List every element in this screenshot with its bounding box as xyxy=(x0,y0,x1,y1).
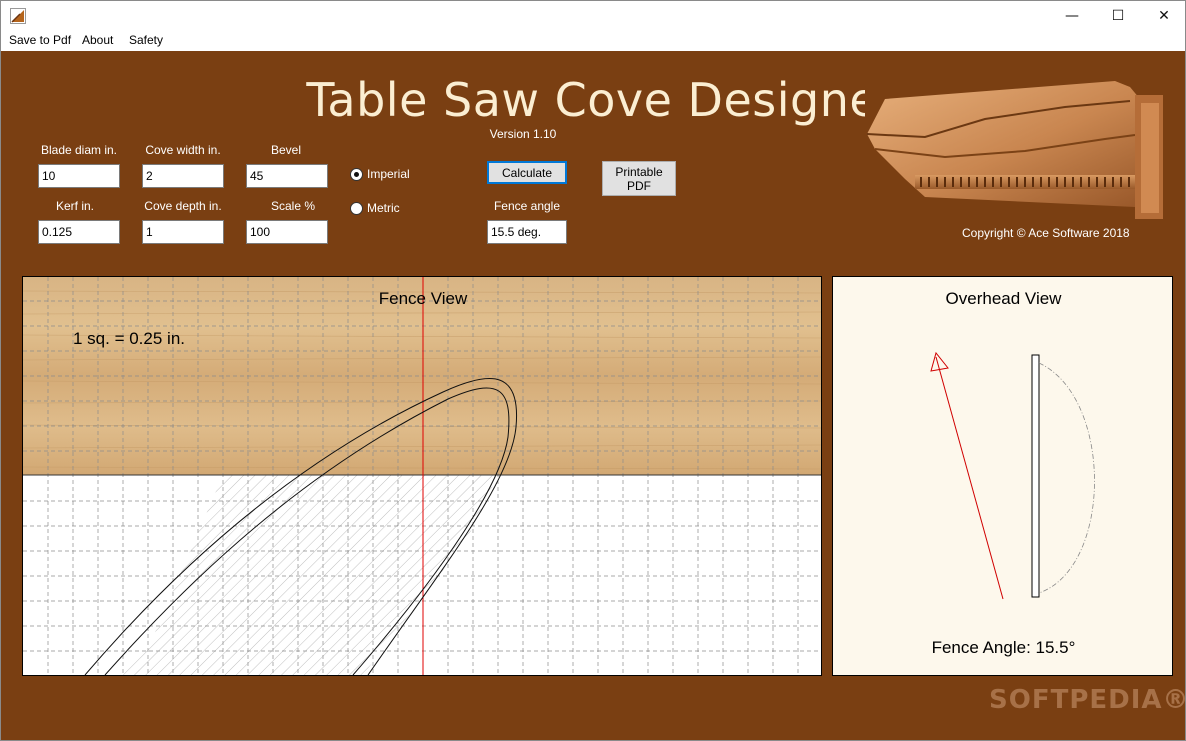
title-bar[interactable]: — ☐ ✕ xyxy=(1,1,1185,31)
menu-about[interactable]: About xyxy=(82,33,113,47)
cove-width-input[interactable]: 2 xyxy=(142,164,224,188)
menu-safety[interactable]: Safety xyxy=(129,33,163,47)
scale-input[interactable]: 100 xyxy=(246,220,328,244)
app-window: — ☐ ✕ Save to Pdf About Safety Table Saw… xyxy=(0,0,1186,741)
blade-body xyxy=(1031,354,1040,598)
close-icon: ✕ xyxy=(1158,8,1170,24)
kerf-input[interactable]: 0.125 xyxy=(38,220,120,244)
menu-save-to-pdf[interactable]: Save to Pdf xyxy=(9,33,71,47)
fence-direction-line xyxy=(935,356,1004,600)
fence-view-panel: Fence View 1 sq. = 0.25 in. xyxy=(22,276,822,676)
blade-diam-input[interactable]: 10 xyxy=(38,164,120,188)
calculate-button[interactable]: Calculate xyxy=(487,161,567,184)
blade-arc xyxy=(1038,362,1095,594)
maximize-icon: ☐ xyxy=(1111,8,1125,24)
fence-view-title: Fence View xyxy=(378,289,468,308)
imperial-label: Imperial xyxy=(367,167,410,181)
printable-pdf-button[interactable]: Printable PDF xyxy=(602,161,676,196)
printable-pdf-label-line1: Printable xyxy=(615,165,663,179)
close-button[interactable]: ✕ xyxy=(1141,1,1186,31)
copyright-text: Copyright © Ace Software 2018 xyxy=(962,226,1130,240)
overhead-view-title: Overhead View xyxy=(945,289,1062,308)
grid-scale-note: 1 sq. = 0.25 in. xyxy=(73,329,185,348)
kerf-label: Kerf in. xyxy=(55,199,94,213)
workspace: Table Saw Cove Designer Version 1.10 Bla… xyxy=(1,51,1186,740)
overhead-view-canvas xyxy=(930,351,1095,600)
metric-radio[interactable]: Metric xyxy=(350,201,400,215)
maximize-button[interactable]: ☐ xyxy=(1095,1,1141,31)
blade-diam-label: Blade diam in. xyxy=(40,143,118,157)
crown-moulding-image xyxy=(865,79,1163,219)
bevel-label: Bevel xyxy=(270,143,302,157)
radio-unselected-icon xyxy=(350,201,363,215)
menu-bar: Save to Pdf About Safety xyxy=(1,31,1185,51)
minimize-icon: — xyxy=(1065,8,1079,24)
radio-selected-icon xyxy=(350,167,363,181)
fence-angle-output: 15.5 deg. xyxy=(487,220,567,244)
fence-angle-readout: Fence Angle: 15.5° xyxy=(931,638,1076,657)
overhead-view-panel: Overhead View Fence Angle: 15.5° xyxy=(832,276,1173,676)
cove-depth-input[interactable]: 1 xyxy=(142,220,224,244)
scale-label: Scale % xyxy=(270,199,316,213)
softpedia-watermark: SOFTPEDIA® xyxy=(989,685,1186,715)
fence-angle-label: Fence angle xyxy=(493,199,561,213)
cove-depth-label: Cove depth in. xyxy=(144,199,222,213)
printable-pdf-label-line2: PDF xyxy=(627,179,651,193)
bevel-input[interactable]: 45 xyxy=(246,164,328,188)
saw-cove-app-icon xyxy=(10,8,26,24)
metric-label: Metric xyxy=(367,201,400,215)
minimize-button[interactable]: — xyxy=(1049,1,1095,31)
imperial-radio[interactable]: Imperial xyxy=(350,167,410,181)
cove-width-label: Cove width in. xyxy=(145,143,221,157)
